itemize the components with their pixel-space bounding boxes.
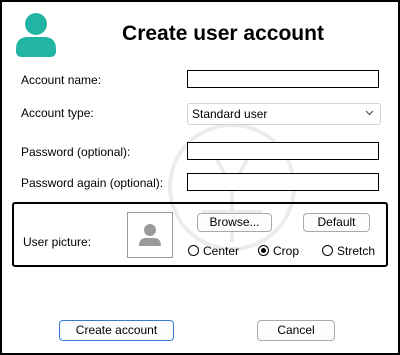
- user-placeholder-icon: [139, 224, 161, 246]
- account-type-value: Standard user: [192, 107, 268, 121]
- create-account-button[interactable]: Create account: [59, 320, 174, 341]
- account-name-input[interactable]: [187, 70, 379, 88]
- account-name-label: Account name:: [21, 73, 102, 87]
- radio-center[interactable]: Center: [188, 244, 258, 260]
- password-again-input[interactable]: [187, 173, 379, 191]
- radio-center-circle: [188, 245, 199, 256]
- password-again-label: Password again (optional):: [21, 176, 164, 190]
- chevron-down-icon: [365, 110, 374, 116]
- radio-crop-label: Crop: [273, 244, 300, 258]
- user-picture-preview: [127, 212, 173, 258]
- browse-button[interactable]: Browse...: [197, 213, 272, 232]
- account-type-select[interactable]: Standard user: [187, 103, 381, 125]
- account-type-label: Account type:: [21, 106, 94, 120]
- user-picture-label: User picture:: [23, 235, 92, 249]
- radio-stretch[interactable]: Stretch: [322, 244, 382, 260]
- password-input[interactable]: [187, 142, 379, 160]
- default-button[interactable]: Default: [303, 213, 370, 232]
- password-label: Password (optional):: [21, 145, 131, 159]
- radio-stretch-label: Stretch: [337, 244, 376, 258]
- dialog-title: Create user account: [122, 22, 324, 45]
- radio-center-label: Center: [203, 244, 240, 258]
- radio-stretch-circle: [322, 245, 333, 256]
- radio-crop-circle: [258, 245, 269, 256]
- cancel-button[interactable]: Cancel: [257, 320, 335, 341]
- create-user-dialog: Create user account Account name: Accoun…: [0, 0, 400, 355]
- user-picture-group: User picture: Browse... Default Center C…: [12, 202, 388, 267]
- radio-crop[interactable]: Crop: [258, 244, 314, 260]
